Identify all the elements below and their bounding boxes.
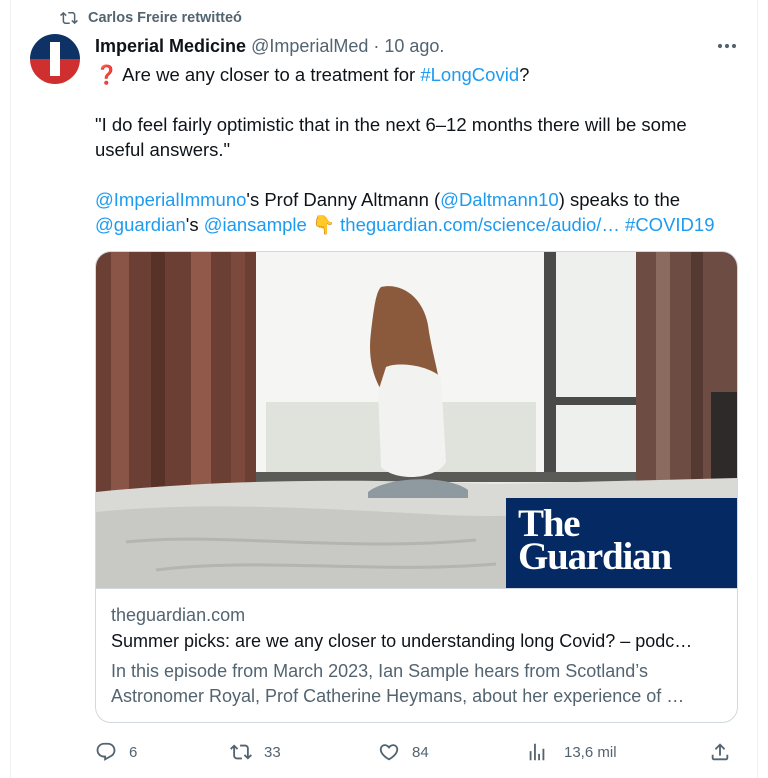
hashtag-covid19[interactable]: #COVID19	[625, 214, 714, 235]
retweet-count: 33	[264, 743, 281, 761]
text-segment-a: 's Prof Danny Altmann (	[246, 189, 441, 210]
question-mark-emoji: ❓	[95, 64, 119, 85]
guardian-logo: The Guardian	[506, 498, 737, 588]
tweet-timestamp[interactable]: 10 ago.	[384, 36, 444, 57]
guardian-logo-line-2: Guardian	[518, 535, 672, 578]
reply-button[interactable]: 6	[95, 738, 137, 766]
question-end: ?	[519, 64, 530, 85]
share-icon	[711, 743, 729, 761]
question-text: Are we any closer to a treatment for	[122, 64, 421, 85]
mention-imperialimmuno[interactable]: @ImperialImmuno	[95, 189, 246, 210]
retweet-button[interactable]: 33	[230, 738, 281, 766]
link-preview-card[interactable]: The Guardian theguardian.com Summer pick…	[95, 251, 738, 723]
card-description: In this episode from March 2023, Ian Sam…	[111, 659, 726, 709]
retweet-label[interactable]: Carlos Freire retwitteó	[88, 10, 242, 26]
mention-daltmann10[interactable]: @Daltmann10	[440, 189, 559, 210]
pointing-down-emoji: 👇	[311, 214, 336, 235]
hashtag-longcovid[interactable]: #LongCovid	[420, 64, 519, 85]
retweet-icon	[230, 744, 252, 760]
tweet-header: Imperial Medicine @ImperialMed · 10 ago.	[95, 34, 444, 58]
tweet-actions: 6 33 84 13,6 mil	[95, 738, 735, 766]
author-handle[interactable]: @ImperialMed	[251, 36, 368, 57]
more-options-button[interactable]	[714, 36, 740, 56]
views-count: 13,6 mil	[564, 743, 617, 761]
like-button[interactable]: 84	[378, 738, 429, 766]
retweet-context: Carlos Freire retwitteó	[60, 8, 242, 28]
reply-icon	[96, 742, 116, 761]
share-button[interactable]	[709, 738, 731, 766]
card-title: Summer picks: are we any closer to under…	[111, 631, 693, 651]
card-body[interactable]: theguardian.com Summer picks: are we any…	[96, 588, 737, 722]
heart-icon	[379, 744, 399, 761]
more-dots-icon	[717, 43, 737, 49]
tweet-quote-line-1: "I do feel fairly optimistic that in the…	[95, 114, 687, 135]
tweet-quote-line-2: useful answers."	[95, 139, 231, 160]
tweet-line-mentions: @ImperialImmuno's Prof Danny Altmann (@D…	[95, 187, 745, 212]
tweet-url-link[interactable]: theguardian.com/science/audio/…	[340, 214, 620, 235]
views-button[interactable]: 13,6 mil	[526, 738, 617, 766]
card-domain: theguardian.com	[111, 605, 246, 625]
tweet-line-links: @guardian's @iansample 👇 theguardian.com…	[95, 212, 745, 237]
views-chart-icon	[529, 743, 545, 761]
tweet-text: ❓ Are we any closer to a treatment for #…	[95, 62, 745, 237]
retweet-icon	[60, 11, 78, 25]
text-segment-b: ) speaks to the	[558, 189, 681, 210]
like-count: 84	[412, 743, 429, 761]
author-name[interactable]: Imperial Medicine	[95, 36, 246, 57]
card-description-line-1: In this episode from March 2023, Ian Sam…	[111, 661, 648, 681]
tweet-line-question: ❓ Are we any closer to a treatment for #…	[95, 62, 745, 87]
mention-guardian[interactable]: @guardian	[95, 214, 186, 235]
reply-count: 6	[129, 743, 138, 761]
text-segment-c: 's	[185, 214, 204, 235]
header-separator: ·	[373, 35, 380, 56]
mention-iansample[interactable]: @iansample	[204, 214, 307, 235]
card-description-line-2: Astronomer Royal, Prof Catherine Heymans…	[111, 686, 685, 706]
avatar[interactable]	[30, 34, 80, 84]
